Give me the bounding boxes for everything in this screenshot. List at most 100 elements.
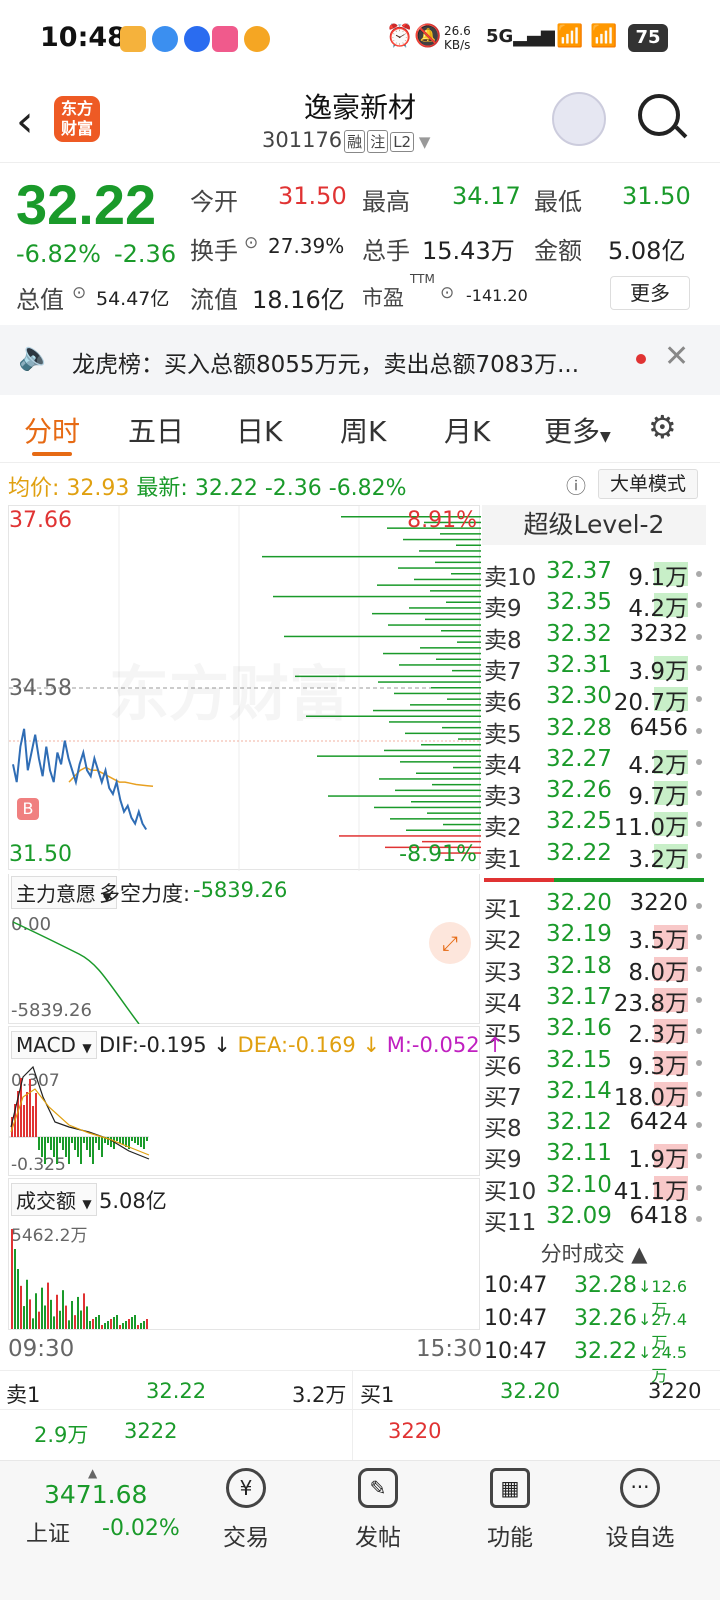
bid-price: 32.11: [546, 1140, 612, 1167]
amount-bar: [41, 1287, 43, 1329]
tab-five-day[interactable]: 五日: [128, 410, 184, 450]
tick-price: 32.22: [574, 1339, 637, 1364]
expand-icon[interactable]: ⤢: [429, 922, 471, 964]
depth-bar: [409, 607, 481, 609]
macd-bar: [26, 1092, 28, 1137]
bid-row[interactable]: 买8 32.12 6424: [484, 1109, 704, 1142]
tab-more[interactable]: 更多▼: [544, 410, 611, 450]
bid-level-label: 买10: [484, 1178, 537, 1205]
ask-row[interactable]: 卖5 32.28 6456: [484, 715, 704, 748]
ask-level-label: 卖8: [484, 627, 522, 654]
help-icon[interactable]: ⓘ: [566, 470, 586, 499]
bid-row[interactable]: 买9 32.11 1.9万: [484, 1140, 704, 1173]
tab-monthly-k[interactable]: 月K: [444, 410, 490, 450]
bid-row[interactable]: 买10 32.10 41.1万: [484, 1172, 704, 1205]
more-button[interactable]: 更多: [610, 276, 690, 310]
ask-row[interactable]: 卖4 32.27 4.2万: [484, 746, 704, 779]
depth-bar: [389, 721, 481, 723]
ticks-title[interactable]: 分时成交 ▲: [484, 1238, 704, 1268]
dot-icon: [696, 1216, 702, 1222]
amount-bar: [143, 1321, 145, 1329]
amount-bar: [50, 1299, 52, 1329]
bid-row[interactable]: 买2 32.19 3.5万: [484, 921, 704, 954]
ask-row[interactable]: 卖3 32.26 9.7万: [484, 777, 704, 810]
info-icon[interactable]: ⊙: [440, 283, 454, 303]
depth-bar: [374, 806, 481, 809]
bid-row[interactable]: 买11 32.09 6418: [484, 1203, 704, 1236]
amount-bars: [11, 1229, 148, 1329]
wifi-icon: 📶: [590, 24, 618, 49]
macd-bar: [83, 1137, 85, 1143]
tab-intraday[interactable]: 分时: [24, 410, 80, 450]
ask-row[interactable]: 卖6 32.30 20.7万: [484, 683, 704, 716]
info-icon[interactable]: ⊙: [72, 283, 86, 303]
pe-value: -141.20: [466, 286, 528, 305]
stock-code: 301176: [262, 128, 343, 152]
amount-bar: [62, 1290, 64, 1329]
buy-marker[interactable]: B: [17, 798, 39, 820]
ask-row[interactable]: 卖9 32.35 4.2万: [484, 589, 704, 622]
ask-row[interactable]: 卖8 32.32 3232: [484, 621, 704, 654]
index-widget[interactable]: ▲ 3471.68 上证 -0.02%: [10, 1466, 200, 1566]
big-order-mode-button[interactable]: 大单模式: [598, 469, 698, 499]
bid-price: 32.20: [546, 890, 612, 916]
bid-row[interactable]: 买5 32.16 2.3万: [484, 1015, 704, 1048]
tab-weekly-k[interactable]: 周K: [340, 410, 386, 450]
avg-label: 均价:: [8, 476, 60, 501]
ask-row[interactable]: 卖2 32.25 11.0万: [484, 808, 704, 842]
amount-bar: [77, 1296, 79, 1329]
ask-row[interactable]: 卖7 32.31 3.9万: [484, 652, 704, 685]
bid-row[interactable]: 买4 32.17 23.8万: [484, 983, 704, 1017]
macd-panel[interactable]: MACD ▼ DIF:-0.195 ↓ DEA:-0.169 ↓ M:-0.05…: [8, 1026, 504, 1176]
level2-title[interactable]: 超级Level-2: [482, 505, 706, 545]
amount-bar: [122, 1323, 124, 1329]
ask-row[interactable]: 卖10 32.37 9.1万: [484, 558, 704, 591]
change-percent: -6.82%: [16, 240, 101, 268]
intraday-chart[interactable]: 东方财富 37.66 34.58 31.50 8.91% -8.91% B: [8, 505, 481, 871]
bid-row[interactable]: 买7 32.14 18.0万: [484, 1078, 704, 1111]
nav-post[interactable]: ✎ 发帖: [328, 1468, 428, 1552]
gear-icon[interactable]: ⚙: [648, 408, 677, 446]
bilibili-icon: [212, 26, 238, 52]
bid1-price: 32.20: [500, 1379, 561, 1403]
dot-icon: [696, 727, 702, 734]
close-icon[interactable]: ✕: [664, 339, 689, 374]
time-end: 15:30: [416, 1336, 483, 1362]
nav-trade[interactable]: ¥ 交易: [196, 1468, 296, 1552]
bid-row[interactable]: 买6 32.15 9.3万: [484, 1047, 704, 1080]
tick-time: 10:47: [484, 1273, 548, 1298]
tick-row: 10:47 32.28 ↓ 12.6万: [484, 1273, 704, 1319]
nav-functions[interactable]: ▦ 功能: [460, 1468, 560, 1552]
dot-icon: [696, 934, 702, 941]
search-icon[interactable]: [638, 94, 680, 136]
pct-axis-bottom: -8.91%: [399, 842, 477, 867]
chevron-down-icon[interactable]: ▼: [414, 133, 431, 151]
ticks-title-label: 分时成交: [540, 1242, 625, 1266]
ask1-volume: 3.2万: [292, 1383, 347, 1407]
info-icon[interactable]: ⊙: [244, 233, 258, 253]
depth-bar: [451, 573, 481, 575]
open-label: 今开: [190, 188, 238, 216]
robot-avatar-icon[interactable]: [552, 92, 606, 146]
y-axis-bottom: 31.50: [9, 842, 72, 867]
y-axis-top: 37.66: [9, 508, 72, 533]
macd-bar: [140, 1137, 142, 1147]
amount-panel[interactable]: 成交额 ▼ 5.08亿 5462.2万: [8, 1178, 480, 1330]
bid-price: 32.17: [546, 983, 612, 1010]
dot-icon: [696, 965, 702, 972]
bid-row[interactable]: 买1 32.20 3220: [484, 890, 704, 923]
amount-bar: [23, 1306, 25, 1329]
ask-row[interactable]: 卖1 32.22 3.2万: [484, 840, 704, 873]
ask-volume: 3.9万: [628, 658, 688, 685]
dot-icon: [696, 664, 702, 671]
amount-bar: [119, 1325, 121, 1329]
force-panel[interactable]: 主力意愿 ▼ 多空力度: -5839.26 0.00 -5839.26 ⤢: [8, 874, 480, 1024]
bid-row[interactable]: 买3 32.18 8.0万: [484, 953, 704, 986]
notice-bar[interactable]: 🔈 龙虎榜：买入总额8055万元，卖出总额7083万... ✕: [0, 325, 720, 395]
ask-volume: 11.0万: [613, 815, 688, 842]
amount-bar: [98, 1315, 100, 1329]
index-value: 3471.68: [44, 1480, 148, 1509]
nav-watchlist[interactable]: ··· 设自选: [590, 1468, 690, 1552]
amount-bar: [137, 1325, 139, 1329]
tab-daily-k[interactable]: 日K: [236, 410, 282, 450]
